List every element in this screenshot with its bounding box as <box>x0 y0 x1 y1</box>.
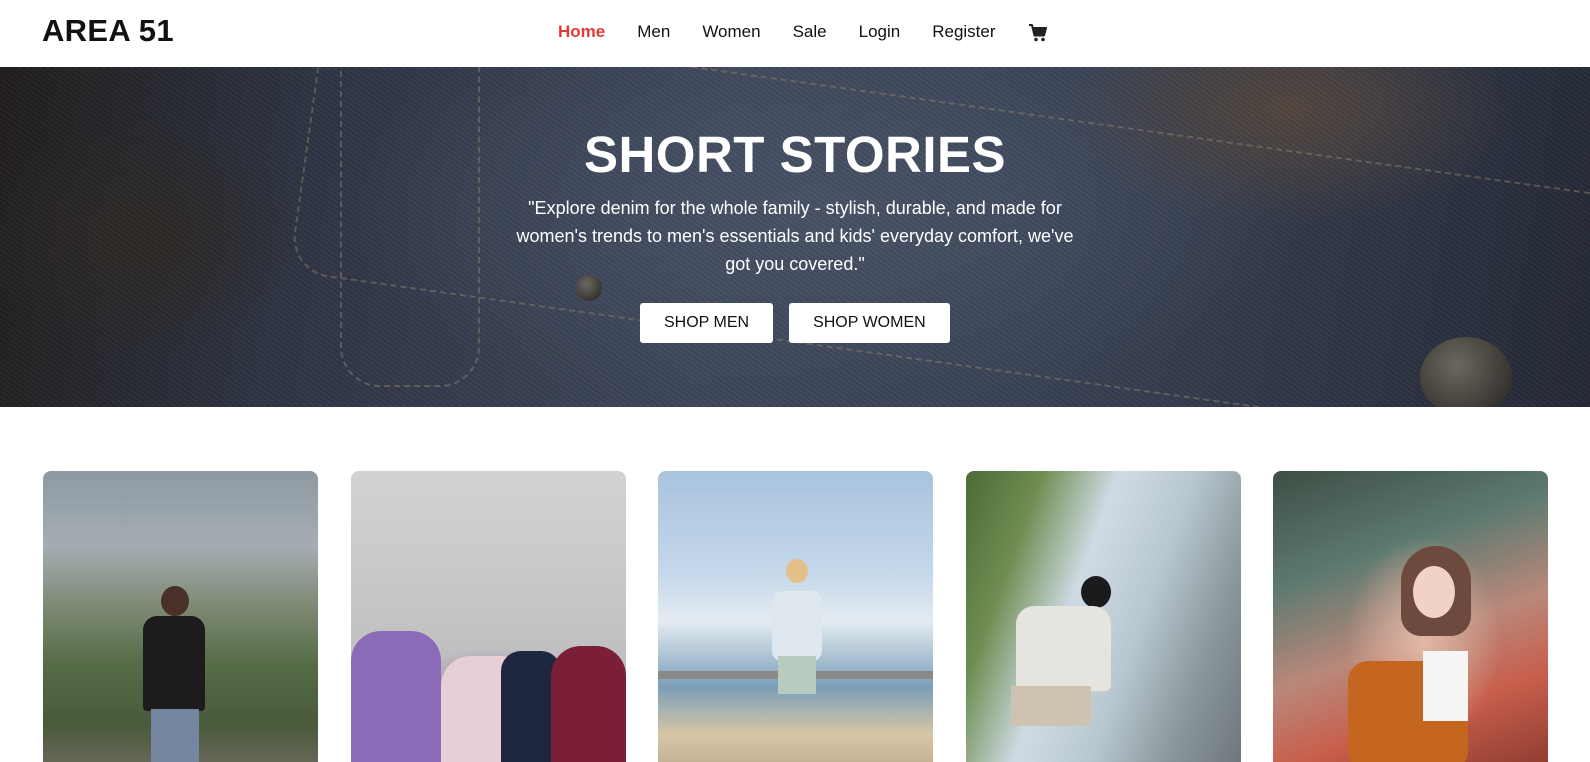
figure-head <box>161 586 189 616</box>
site-header: AREA 51 Home Men Women Sale Login Regist… <box>0 0 1590 67</box>
figure-head <box>786 559 808 583</box>
figure-head <box>1080 576 1111 608</box>
figure-shorts <box>778 656 816 694</box>
product-gallery <box>43 471 1548 762</box>
man-on-bridge-photo[interactable] <box>965 471 1241 762</box>
nav-item-men[interactable]: Men <box>637 21 670 43</box>
woman-in-nature-photo[interactable] <box>43 471 318 762</box>
shop-women-button[interactable]: SHOP WOMEN <box>789 303 950 343</box>
nav-item-register[interactable]: Register <box>932 21 995 43</box>
figure-purple-hoodie <box>350 631 441 762</box>
group-of-men-photo[interactable] <box>350 471 626 762</box>
hero-description: "Explore denim for the whole family - st… <box>516 198 1074 274</box>
figure-shirt <box>772 591 822 661</box>
site-logo[interactable]: AREA 51 <box>42 13 174 49</box>
figure-torso <box>143 616 205 711</box>
shop-men-button[interactable]: SHOP MEN <box>640 303 774 343</box>
shopping-cart-icon[interactable] <box>1028 23 1048 43</box>
woman-with-car-photo[interactable] <box>1273 471 1548 762</box>
hero-title: SHORT STORIES <box>583 126 1007 183</box>
figure-legs <box>151 709 199 762</box>
nav-item-login[interactable]: Login <box>859 21 901 43</box>
figure-shirt <box>1015 606 1111 691</box>
hero-buttons: SHOP MEN SHOP WOMEN <box>640 303 966 343</box>
figure-top <box>1423 651 1468 721</box>
nav-item-women[interactable]: Women <box>702 21 760 43</box>
figure-face <box>1413 566 1455 618</box>
main-nav: Home Men Women Sale Login Register <box>558 21 1048 43</box>
nav-item-home[interactable]: Home <box>558 21 605 43</box>
figure-shorts <box>1010 686 1091 726</box>
nav-item-sale[interactable]: Sale <box>793 21 827 43</box>
figure-maroon-hoodie <box>550 646 626 762</box>
woman-at-beach-photo[interactable] <box>658 471 933 762</box>
hero-banner: SHORT STORIES "Explore denim for the who… <box>0 67 1590 407</box>
